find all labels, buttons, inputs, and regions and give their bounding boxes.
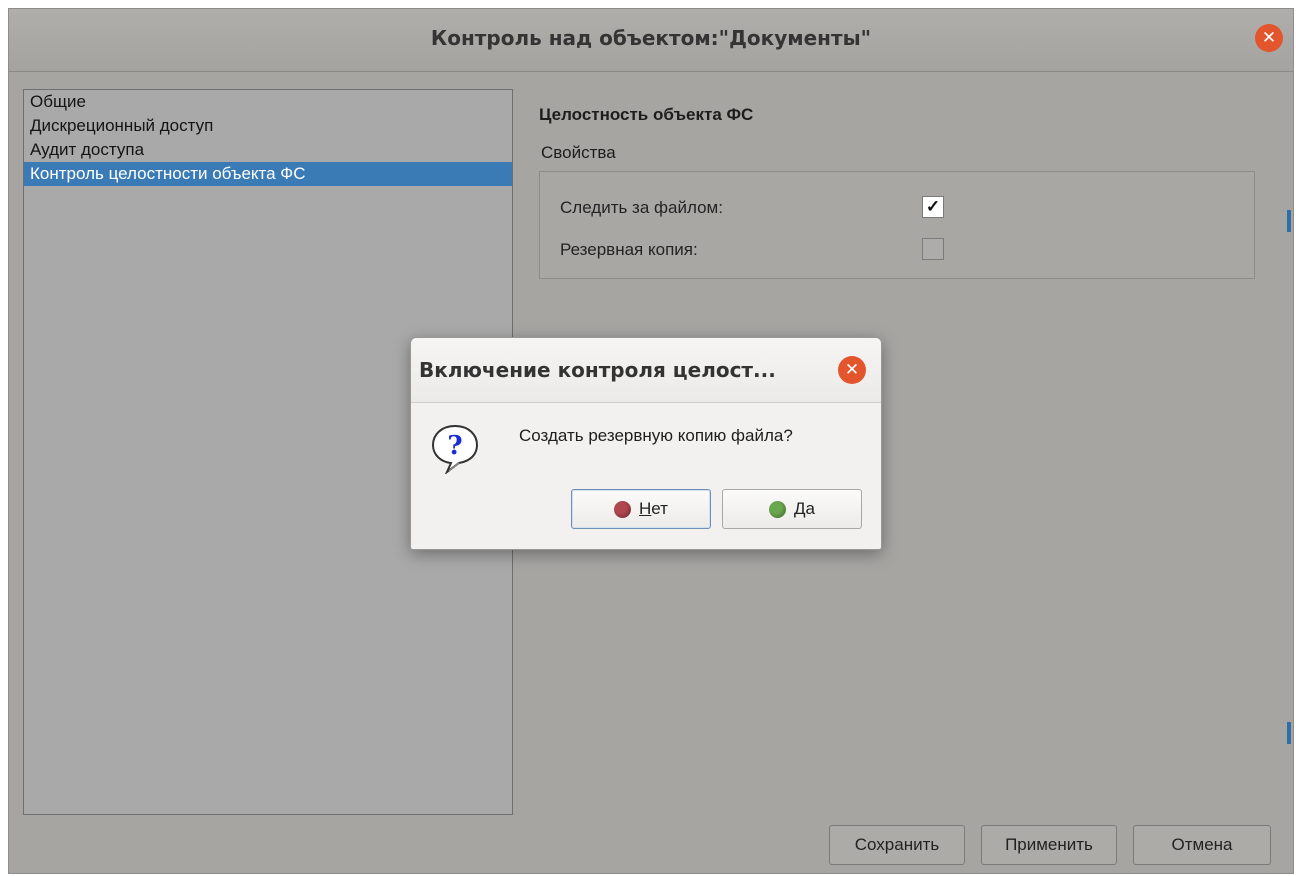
close-icon[interactable]: ✕ [1255, 24, 1283, 52]
cancel-button[interactable]: Отмена [1133, 825, 1271, 865]
properties-heading: Целостность объекта ФС [539, 105, 754, 124]
yes-status-icon [769, 500, 786, 518]
no-button[interactable]: Нет [571, 489, 711, 529]
watch-file-checkbox[interactable]: ✓ [922, 196, 944, 218]
properties-group-box: Следить за файлом: ✓ Резервная копия: [539, 171, 1255, 279]
dialog-close-icon[interactable]: ✕ [838, 356, 866, 384]
no-status-icon [614, 500, 632, 518]
dialog-title: Включение контроля целост... [419, 358, 776, 382]
background-window-edge [1287, 210, 1291, 232]
nav-item-integrity-control[interactable]: Контроль целостности объекта ФС [24, 162, 512, 186]
save-button[interactable]: Сохранить [829, 825, 965, 865]
svg-text:?: ? [447, 431, 462, 461]
backup-checkbox[interactable] [922, 238, 944, 260]
backup-label: Резервная копия: [560, 240, 698, 259]
properties-panel: Целостность объекта ФС Свойства Следить … [539, 105, 1259, 279]
window-title: Контроль над объектом:"Документы" [430, 26, 872, 50]
properties-group-label: Свойства [541, 143, 616, 162]
no-button-label: Нет [639, 499, 668, 518]
nav-item-discretionary-access[interactable]: Дискреционный доступ [24, 114, 512, 138]
dialog-message: Создать резервную копию файла? [519, 426, 793, 445]
apply-button[interactable]: Применить [981, 825, 1117, 865]
yes-button-label: Да [794, 499, 815, 518]
window-titlebar[interactable]: Контроль над объектом:"Документы" ✕ [9, 9, 1293, 72]
yes-button[interactable]: Да [722, 489, 862, 529]
watch-file-label: Следить за файлом: [560, 198, 723, 217]
nav-item-access-audit[interactable]: Аудит доступа [24, 138, 512, 162]
dialog-titlebar[interactable]: Включение контроля целост... ✕ [411, 338, 881, 403]
background-window-edge-lower [1287, 722, 1291, 744]
question-icon: ? [431, 424, 479, 474]
confirm-dialog: Включение контроля целост... ✕ ? Создать… [410, 337, 882, 550]
nav-item-general[interactable]: Общие [24, 90, 512, 114]
